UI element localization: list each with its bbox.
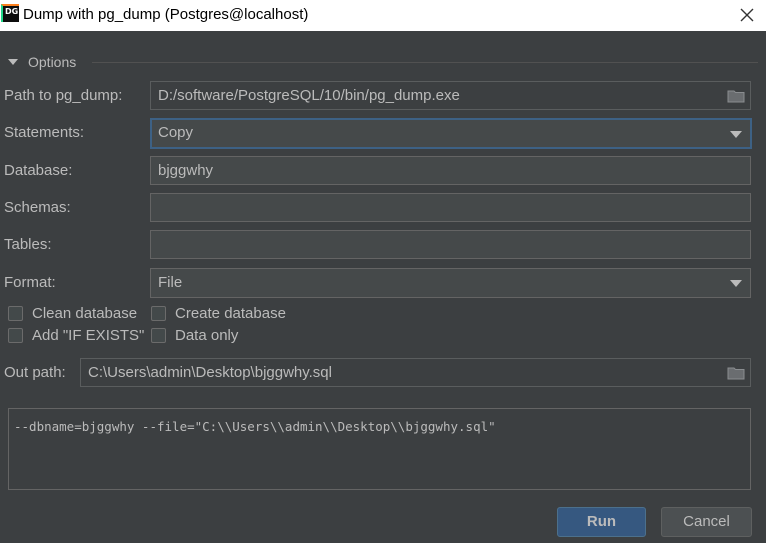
format-select[interactable]: File [150, 268, 751, 298]
create-database-checkbox[interactable]: Create database [151, 305, 286, 322]
options-section-label: Options [28, 54, 77, 70]
checkbox-box[interactable] [8, 306, 23, 321]
cancel-button[interactable]: Cancel [661, 507, 752, 537]
statements-select[interactable]: Copy [150, 118, 752, 149]
command-args-textarea[interactable]: --dbname=bjggwhy --file="C:\\Users\\admi… [8, 408, 751, 490]
run-button[interactable]: Run [557, 507, 646, 537]
add-if-exists-checkbox[interactable]: Add "IF EXISTS" [8, 327, 144, 344]
tables-label: Tables: [4, 236, 52, 253]
command-args-text: --dbname=bjggwhy --file="C:\\Users\\admi… [14, 419, 496, 434]
triangle-down-icon [8, 59, 18, 65]
database-label: Database: [4, 162, 73, 179]
checkbox-box[interactable] [151, 306, 166, 321]
create-database-label: Create database [175, 305, 286, 322]
folder-icon[interactable] [727, 366, 745, 380]
schemas-input[interactable] [150, 193, 751, 222]
path-label: Path to pg_dump: [4, 87, 123, 104]
statements-value: Copy [158, 124, 194, 141]
clean-database-label: Clean database [32, 305, 138, 322]
tables-input[interactable] [150, 230, 751, 259]
folder-icon[interactable] [727, 89, 745, 103]
format-value: File [158, 274, 183, 291]
path-value: D:/software/PostgreSQL/10/bin/pg_dump.ex… [158, 87, 460, 104]
add-if-exists-label: Add "IF EXISTS" [32, 327, 145, 344]
out-path-field[interactable]: C:\Users\admin\Desktop\bjggwhy.sql [80, 358, 751, 387]
data-only-checkbox[interactable]: Data only [151, 327, 238, 344]
statements-label: Statements: [4, 124, 85, 141]
format-label: Format: [4, 274, 56, 291]
schemas-label: Schemas: [4, 199, 71, 216]
database-input[interactable]: bjggwhy [150, 156, 751, 185]
app-icon-text: DG [5, 7, 19, 16]
close-icon[interactable] [736, 4, 758, 26]
out-path-label: Out path: [4, 364, 66, 381]
checkbox-box[interactable] [8, 328, 23, 343]
chevron-down-icon[interactable] [730, 280, 742, 287]
path-field[interactable]: D:/software/PostgreSQL/10/bin/pg_dump.ex… [150, 81, 751, 110]
title-bar: DG Dump with pg_dump (Postgres@localhost… [0, 0, 766, 31]
data-only-label: Data only [175, 327, 239, 344]
datagrip-app-icon: DG [1, 4, 19, 22]
out-path-value: C:\Users\admin\Desktop\bjggwhy.sql [88, 364, 332, 381]
checkbox-box[interactable] [151, 328, 166, 343]
database-value: bjggwhy [158, 162, 214, 179]
section-divider [92, 62, 758, 63]
chevron-down-icon[interactable] [730, 131, 742, 138]
options-section-toggle[interactable]: Options [8, 54, 76, 70]
window-title: Dump with pg_dump (Postgres@localhost) [23, 6, 309, 23]
clean-database-checkbox[interactable]: Clean database [8, 305, 137, 322]
